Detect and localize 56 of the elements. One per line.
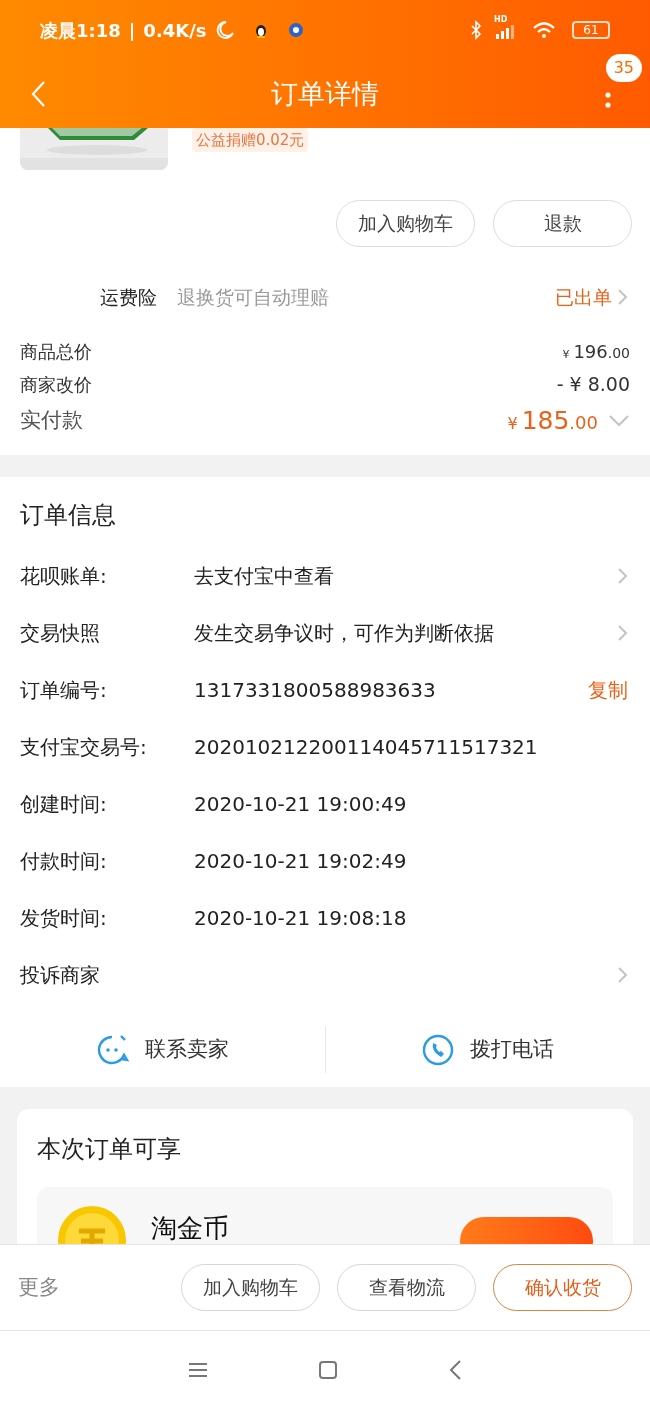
- section-title: 本次订单可享: [37, 1134, 182, 1165]
- info-value: 去支付宝中查看: [194, 562, 335, 590]
- info-value: 1317331800588983633: [194, 676, 437, 704]
- benefit-name: 淘金币: [151, 1212, 230, 1244]
- price-label: 商家改价: [20, 373, 92, 397]
- network-speed-text: 0.4K/s: [143, 18, 207, 43]
- contact-button[interactable]: 联系卖家: [0, 1027, 325, 1073]
- info-value: 发生交易争议时，可作为判断依据: [194, 619, 495, 647]
- page-title: 订单详情: [271, 76, 379, 111]
- clock-text: 凌晨1:18: [40, 18, 121, 43]
- chevron-down-icon[interactable]: [608, 414, 630, 428]
- insurance-description: 退换货可自动理赔: [177, 284, 330, 310]
- more-link[interactable]: 更多: [18, 1271, 164, 1304]
- more-dots-icon: [605, 92, 611, 108]
- back-icon: [448, 1358, 462, 1381]
- moon-icon: [214, 20, 235, 40]
- price-label: 实付款: [20, 407, 83, 435]
- penguin-icon: [254, 22, 269, 38]
- network-label: HD: [494, 16, 508, 24]
- chevron-right-icon[interactable]: [616, 566, 628, 585]
- separator-text: |: [128, 18, 136, 43]
- info-value: 2020-10-21 19:00:49: [194, 790, 408, 818]
- contact-button[interactable]: 拨打电话: [324, 1027, 650, 1073]
- insurance-status: 已出单: [555, 284, 612, 310]
- battery-icon: 61: [572, 21, 610, 39]
- info-value: 202010212200114045711517321: [194, 733, 539, 761]
- info-label: 花呗账单:: [20, 562, 108, 590]
- price-value: ¥ 196.00: [562, 340, 630, 364]
- info-label: 支付宝交易号:: [20, 733, 148, 761]
- info-label: 订单编号:: [20, 676, 108, 704]
- notification-badge: 35: [605, 54, 642, 82]
- info-label: 投诉商家: [20, 961, 101, 989]
- wifi-icon: [532, 21, 556, 39]
- info-label: 发货时间:: [20, 904, 108, 932]
- price-value: ¥ 185.00: [507, 405, 598, 438]
- info-value: 2020-10-21 19:02:49: [194, 847, 408, 875]
- app-badge-icon: [288, 22, 305, 38]
- bluetooth-icon: [470, 20, 482, 40]
- info-label: 交易快照: [20, 619, 101, 647]
- insurance-row[interactable]: 运费险 退换货可自动理赔 已出单: [0, 275, 650, 319]
- chat-face-icon: [95, 1034, 130, 1066]
- menu-icon: [188, 1361, 208, 1378]
- price-value: - ¥ 8.00: [556, 372, 630, 398]
- info-value: 2020-10-21 19:08:18: [194, 904, 408, 932]
- back-chevron-icon: [30, 80, 46, 108]
- insurance-label: 运费险: [100, 284, 157, 310]
- info-label: 创建时间:: [20, 790, 108, 818]
- chevron-right-icon[interactable]: [616, 623, 628, 642]
- donation-tag: 公益捐赠0.02元: [192, 128, 309, 152]
- home-square-icon: [318, 1359, 338, 1380]
- price-label: 商品总价: [20, 340, 92, 364]
- info-label: 付款时间:: [20, 847, 108, 875]
- phone-icon: [421, 1034, 454, 1066]
- section-title: 订单信息: [19, 500, 117, 531]
- chevron-right-icon[interactable]: [616, 965, 628, 984]
- chevron-right-icon: [616, 288, 628, 306]
